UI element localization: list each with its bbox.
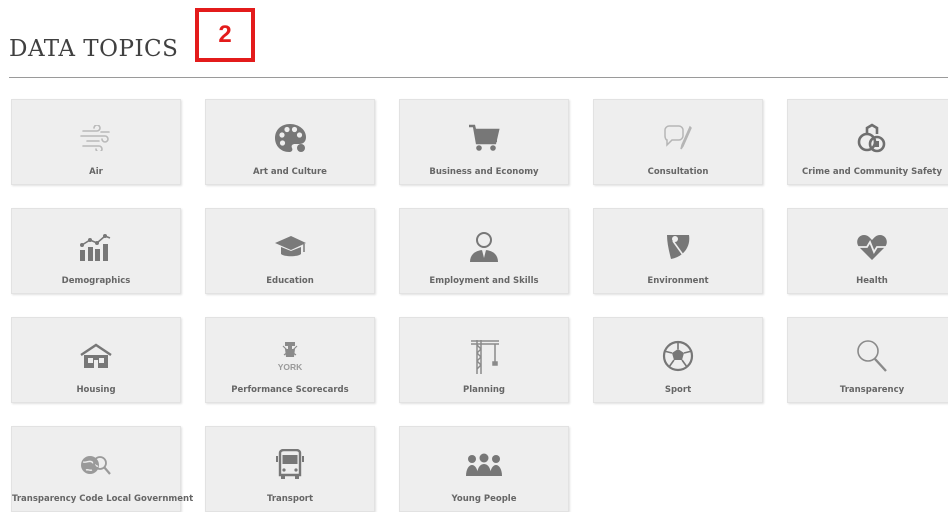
topic-tile-health[interactable]: Health: [787, 208, 948, 294]
population-chart-icon: [66, 227, 126, 267]
graduation-cap-icon: [260, 227, 320, 267]
house-icon: [66, 336, 126, 376]
topic-label: Transport: [266, 494, 314, 504]
air-icon: [66, 118, 126, 158]
topic-tile-housing[interactable]: Housing: [11, 317, 181, 403]
globe-search-icon: [66, 445, 126, 485]
topic-tile-performance-scorecards[interactable]: YORK Performance Scorecards: [205, 317, 375, 403]
shopping-cart-icon: [454, 118, 514, 158]
topic-label: Demographics: [61, 276, 131, 286]
topic-tile-environment[interactable]: Environment: [593, 208, 763, 294]
topic-label: Sport: [664, 385, 692, 395]
businessman-icon: [454, 227, 514, 267]
topic-label: Young People: [451, 494, 517, 504]
leaf-icon: [648, 227, 708, 267]
annotation-badge: 2: [195, 8, 255, 62]
page-header: DATA TOPICS 2: [9, 0, 948, 78]
topic-tile-consultation[interactable]: Consultation: [593, 99, 763, 185]
topic-tile-planning[interactable]: Planning: [399, 317, 569, 403]
heartbeat-icon: [842, 227, 902, 267]
bus-icon: [260, 445, 320, 485]
crane-icon: [454, 336, 514, 376]
topic-label: Crime and Community Safety: [801, 167, 943, 177]
magnifier-icon: [842, 336, 902, 376]
york-crest-icon: YORK: [260, 336, 320, 376]
topic-tile-crime-and-community-safety[interactable]: Crime and Community Safety: [787, 99, 948, 185]
topic-tile-transport[interactable]: Transport: [205, 426, 375, 512]
topic-label: Transparency Code Local Government: [12, 494, 194, 504]
topics-grid: Air Art and Culture Business and Economy…: [11, 99, 948, 512]
topic-tile-transparency[interactable]: Transparency: [787, 317, 948, 403]
svg-text:YORK: YORK: [278, 362, 303, 372]
topic-label: Education: [266, 276, 314, 286]
palette-icon: [260, 118, 320, 158]
topic-tile-air[interactable]: Air: [11, 99, 181, 185]
handcuffs-icon: [842, 118, 902, 158]
header-divider: [9, 77, 948, 78]
topic-label: Performance Scorecards: [231, 385, 349, 395]
page-title: DATA TOPICS: [9, 36, 179, 62]
topic-tile-sport[interactable]: Sport: [593, 317, 763, 403]
topic-label: Environment: [647, 276, 709, 286]
people-group-icon: [454, 445, 514, 485]
topic-tile-art-and-culture[interactable]: Art and Culture: [205, 99, 375, 185]
topic-label: Planning: [462, 385, 506, 395]
topic-label: Business and Economy: [429, 167, 539, 177]
topic-tile-education[interactable]: Education: [205, 208, 375, 294]
topic-tile-business-and-economy[interactable]: Business and Economy: [399, 99, 569, 185]
speech-bubble-pen-icon: [648, 118, 708, 158]
topic-tile-demographics[interactable]: Demographics: [11, 208, 181, 294]
topic-label: Transparency: [839, 385, 905, 395]
topic-tile-employment-and-skills[interactable]: Employment and Skills: [399, 208, 569, 294]
topic-label: Air: [89, 167, 103, 177]
topic-tile-young-people[interactable]: Young People: [399, 426, 569, 512]
topic-label: Employment and Skills: [429, 276, 539, 286]
topic-tile-transparency-code-local-government[interactable]: Transparency Code Local Government: [11, 426, 194, 512]
topic-label: Housing: [76, 385, 116, 395]
topic-label: Health: [856, 276, 888, 286]
football-icon: [648, 336, 708, 376]
topic-label: Consultation: [647, 167, 709, 177]
topic-label: Art and Culture: [253, 167, 327, 177]
